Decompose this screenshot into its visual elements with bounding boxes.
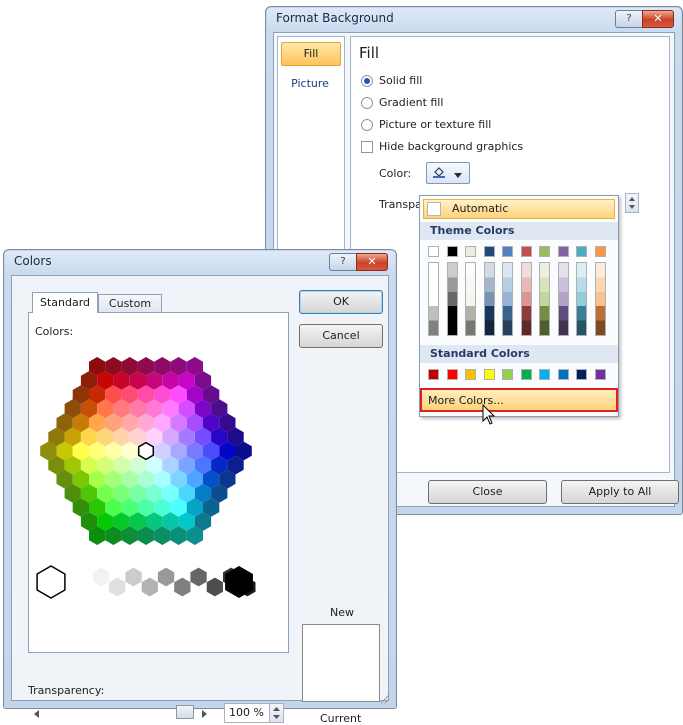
standard-color-swatch[interactable] [428,369,439,380]
automatic-swatch [427,202,441,216]
mouse-pointer-icon [482,403,496,429]
theme-color-column[interactable] [428,262,439,336]
grey-color-cell[interactable] [174,577,191,597]
standard-colors-grid [420,367,618,383]
transparency-input[interactable]: 100 % [224,703,284,723]
paint-bucket-icon [432,166,446,178]
colors-dialog: Colors ? ✕ Standard Custom Colors: OK Ca… [3,249,397,725]
colors-title: Colors [14,254,52,268]
help-button[interactable]: ? [615,10,642,28]
format-background-titlebar[interactable]: Format Background ? ✕ [266,7,682,31]
theme-color-column[interactable] [483,262,495,336]
standard-tab-panel: Colors: [28,312,289,653]
transparency-slider[interactable] [30,704,218,720]
transparency-label: Transpa [379,198,422,211]
solid-fill-label: Solid fill [379,74,423,87]
gradient-fill-radio[interactable] [361,97,373,109]
theme-color-swatch[interactable] [483,246,495,257]
transparency-spinner[interactable] [625,193,639,213]
white-color-cell[interactable] [36,565,66,599]
slider-left-arrow-icon [34,708,40,721]
standard-color-swatch[interactable] [465,369,476,380]
grey-color-cell[interactable] [157,567,175,587]
grey-color-cell[interactable] [190,567,207,587]
picture-fill-radio[interactable] [361,119,373,131]
theme-color-column[interactable] [520,262,532,336]
standard-color-swatch[interactable] [483,369,495,380]
picture-fill-label: Picture or texture fill [379,118,492,131]
theme-color-swatch[interactable] [539,246,550,257]
gradient-fill-label: Gradient fill [379,96,444,109]
color-dropdown-menu: Automatic Theme Colors Standard Colors M… [419,195,619,417]
grey-color-cell[interactable] [92,567,110,587]
chevron-down-icon [454,169,462,182]
theme-color-swatch[interactable] [594,246,606,257]
slider-thumb[interactable] [176,705,194,719]
standard-colors-header: Standard Colors [420,345,618,363]
hide-graphics-checkbox[interactable] [361,141,373,153]
color-picker-button[interactable] [426,162,470,184]
theme-color-swatch[interactable] [502,246,513,257]
grey-color-cell[interactable] [206,577,223,597]
theme-color-swatch[interactable] [428,246,439,257]
color-honeycomb[interactable] [29,341,288,641]
theme-colors-header: Theme Colors [420,222,618,240]
color-label: Color: [379,167,412,180]
standard-color-swatch[interactable] [520,369,532,380]
standard-color-swatch[interactable] [446,369,458,380]
theme-color-column[interactable] [594,262,606,336]
grey-color-cell[interactable] [109,577,126,597]
hide-graphics-label: Hide background graphics [379,140,524,153]
ok-button[interactable]: OK [299,290,383,314]
more-colors-item[interactable]: More Colors... [420,388,618,412]
apply-to-all-button[interactable]: Apply to All [561,480,679,504]
theme-color-swatch[interactable] [557,246,569,257]
tab-custom[interactable]: Custom [98,294,162,314]
resize-grip-icon[interactable] [380,694,390,707]
standard-color-swatch[interactable] [502,369,513,380]
grey-color-cell[interactable] [141,577,158,597]
current-label: Current [320,712,362,725]
nav-item-picture[interactable]: Picture [281,77,339,90]
theme-color-column[interactable] [446,262,458,336]
theme-color-swatch[interactable] [465,246,476,257]
format-background-title: Format Background [276,11,394,25]
close-button[interactable]: Close [428,480,547,504]
standard-color-swatch[interactable] [539,369,550,380]
cancel-button[interactable]: Cancel [299,324,383,348]
standard-color-swatch[interactable] [576,369,587,380]
colors-label: Colors: [35,325,74,338]
theme-color-column[interactable] [557,262,569,336]
close-window-button[interactable]: ✕ [642,10,674,28]
theme-color-swatch[interactable] [520,246,532,257]
theme-color-column[interactable] [465,262,476,336]
section-title: Fill [359,44,380,62]
nav-item-fill[interactable]: Fill [281,42,341,66]
automatic-label: Automatic [452,202,509,215]
theme-color-swatch[interactable] [576,246,587,257]
theme-color-column[interactable] [576,262,587,336]
solid-fill-radio[interactable] [361,75,373,87]
tab-standard[interactable]: Standard [32,292,98,313]
theme-color-column[interactable] [502,262,513,336]
theme-colors-grid [420,244,618,344]
color-preview [302,624,380,702]
theme-color-swatch[interactable] [446,246,458,257]
transparency-value: 100 % [229,706,264,719]
new-label: New [330,606,354,619]
colors-client: Standard Custom Colors: OK Cancel New Cu… [11,275,389,725]
automatic-item[interactable]: Automatic [423,199,615,219]
transparency-spinner-icon[interactable] [269,704,283,722]
slider-right-arrow-icon [202,708,208,721]
colors-help-button[interactable]: ? [329,253,356,271]
colors-titlebar[interactable]: Colors ? ✕ [4,250,396,274]
theme-color-column[interactable] [539,262,550,336]
colors-close-button[interactable]: ✕ [356,253,388,271]
standard-color-swatch[interactable] [594,369,606,380]
standard-color-swatch[interactable] [557,369,569,380]
transparency-label: Transparency: [28,684,105,697]
grey-color-cell[interactable] [125,567,142,587]
